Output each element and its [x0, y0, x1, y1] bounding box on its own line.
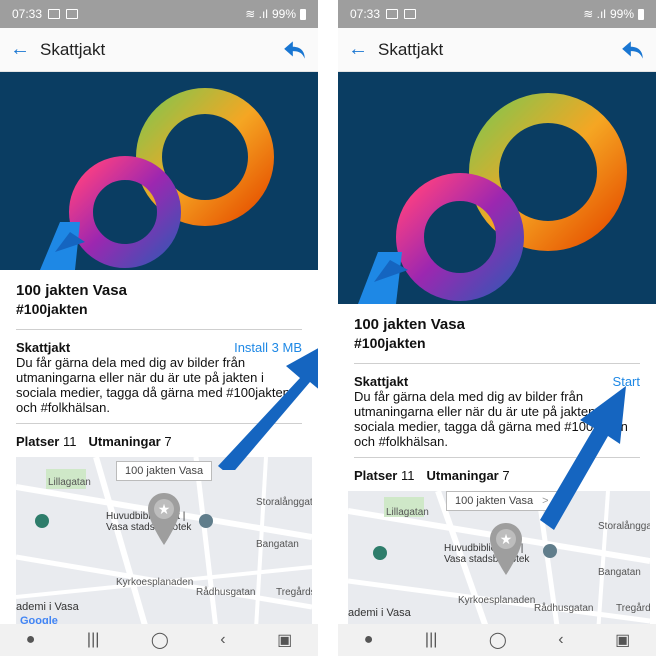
section-label: Skattjakt	[354, 374, 409, 389]
screen-install: 07:33 ≋ .ıl 99% ← Skattjakt 100 jakten V…	[0, 0, 318, 656]
arrow-left-icon[interactable]: ←	[348, 38, 378, 61]
map-callout-label: 100 jakten Vasa	[455, 495, 534, 507]
share-icon[interactable]	[620, 39, 646, 61]
back-icon[interactable]: ‹	[220, 631, 225, 649]
hunt-title: 100 jakten Vasa	[16, 282, 127, 299]
map-callout[interactable]: 100 jakten Vasa	[116, 461, 213, 481]
keyboard-icon[interactable]: ▣	[277, 630, 292, 650]
hunt-title: 100 jakten Vasa	[354, 316, 465, 333]
status-time: 07:33	[350, 7, 381, 21]
home-icon[interactable]: ◯	[151, 630, 169, 650]
wifi-signal-icon: ≋ .ıl	[245, 7, 268, 21]
home-icon[interactable]: ◯	[489, 630, 507, 650]
arrow-pointer-icon	[540, 386, 626, 530]
assistant-icon[interactable]: ●	[364, 631, 374, 649]
places-label: Platser	[16, 434, 60, 449]
gallery-notification-icon	[48, 9, 61, 19]
screen-start: 07:33 ≋ .ıl 99% ← Skattjakt 100 jakten V…	[338, 0, 656, 656]
arrow-pointer-icon	[218, 348, 318, 470]
status-bar: 07:33 ≋ .ıl 99%	[338, 0, 656, 28]
map-label: ademi i Vasa	[348, 607, 411, 619]
map-view[interactable]: 100 jakten Vasa Lillagatan Storalånggata…	[16, 457, 312, 629]
hero-image	[338, 72, 656, 304]
gallery-notification-icon	[386, 9, 399, 19]
svg-text:★: ★	[158, 501, 171, 517]
places-count: 11	[401, 468, 415, 483]
svg-text:★: ★	[500, 531, 513, 547]
places-label: Platser	[354, 468, 398, 483]
battery-icon	[638, 8, 644, 20]
hunt-hashtag: #100jakten	[16, 301, 302, 330]
map-label: Rådhusgatan	[196, 587, 256, 598]
map-label: Tregårdsgatan	[276, 587, 312, 598]
challenges-label: Utmaningar	[426, 468, 499, 483]
map-pin-icon[interactable]: ★	[488, 521, 524, 577]
map-label: Tregårdsgatan	[616, 603, 650, 614]
map-label: Bangatan	[256, 539, 299, 550]
map-label: ademi i Vasa	[16, 601, 79, 613]
library-icon[interactable]	[34, 513, 50, 529]
challenges-count: 7	[164, 434, 172, 449]
places-count: 11	[63, 434, 77, 449]
back-icon[interactable]: ‹	[558, 631, 563, 649]
page-title: Skattjakt	[40, 39, 106, 59]
hero-image	[0, 72, 318, 270]
mail-notification-icon	[404, 9, 417, 19]
battery-percent: 99%	[609, 7, 634, 21]
map-label: Storalånggatan	[256, 497, 312, 508]
library-icon[interactable]	[372, 545, 388, 561]
system-nav-bar: ● ||| ◯ ‹ ▣	[0, 624, 318, 656]
map-pin-icon[interactable]: ★	[146, 491, 182, 547]
battery-icon	[300, 8, 306, 20]
status-bar: 07:33 ≋ .ıl 99%	[0, 0, 318, 28]
map-label: Kyrkoesplanaden	[458, 595, 536, 606]
map-label: Kyrkoesplanaden	[116, 577, 194, 588]
map-label: Bangatan	[598, 567, 641, 578]
challenges-count: 7	[502, 468, 510, 483]
hunt-hashtag: #100jakten	[354, 335, 640, 364]
map-label: Lillagatan	[386, 507, 429, 518]
wifi-signal-icon: ≋ .ıl	[583, 7, 606, 21]
recents-icon[interactable]: |||	[87, 631, 99, 649]
system-nav-bar: ● ||| ◯ ‹ ▣	[338, 624, 656, 656]
page-title: Skattjakt	[378, 39, 444, 59]
app-bar: ← Skattjakt	[0, 28, 318, 72]
mail-notification-icon	[66, 9, 79, 19]
assistant-icon[interactable]: ●	[26, 631, 36, 649]
challenges-label: Utmaningar	[88, 434, 161, 449]
arrow-left-icon[interactable]: ←	[10, 38, 40, 61]
app-bar: ← Skattjakt	[338, 28, 656, 72]
map-label: Rådhusgatan	[534, 603, 594, 614]
status-time: 07:33	[12, 7, 43, 21]
keyboard-icon[interactable]: ▣	[615, 630, 630, 650]
share-icon[interactable]	[282, 39, 308, 61]
battery-percent: 99%	[271, 7, 296, 21]
section-label: Skattjakt	[16, 340, 71, 355]
recents-icon[interactable]: |||	[425, 631, 437, 649]
map-label: Lillagatan	[48, 477, 91, 488]
book-icon[interactable]	[542, 543, 558, 559]
book-icon[interactable]	[198, 513, 214, 529]
